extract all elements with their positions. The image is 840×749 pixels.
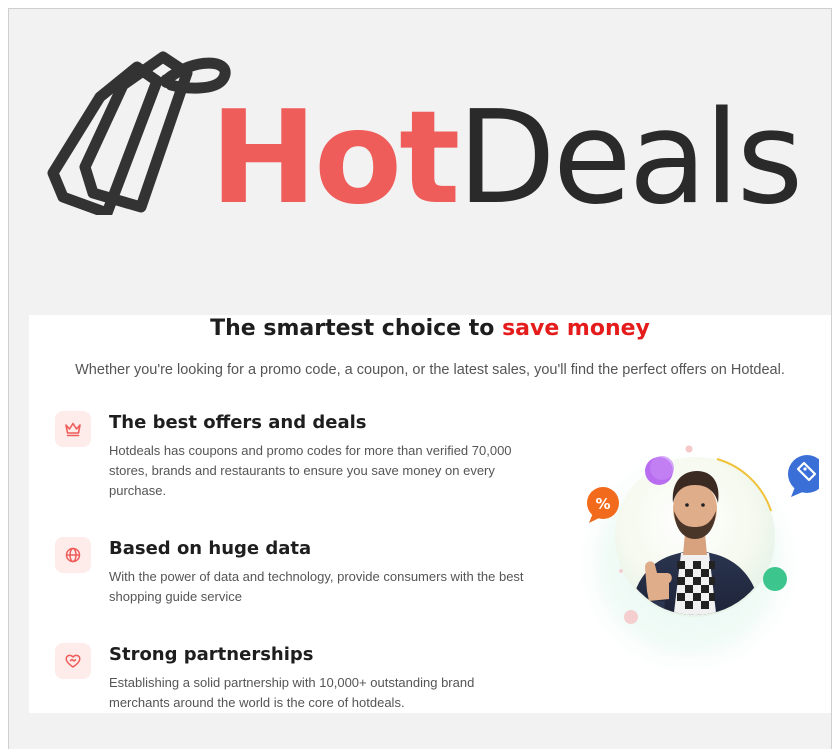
feature-best-offers: The best offers and deals Hotdeals has c… xyxy=(55,411,535,511)
feature-description: Establishing a solid partnership with 10… xyxy=(109,675,475,710)
heart-handshake-icon xyxy=(55,643,91,679)
feature-huge-data: Based on huge data With the power of dat… xyxy=(55,537,535,617)
feature-partnerships: Strong partnerships Establishing a solid… xyxy=(55,643,535,723)
page-headline: The smartest choice to save money xyxy=(29,315,831,343)
hotdeals-logo[interactable]: HotDeals xyxy=(45,37,805,229)
feature-title: Based on huge data xyxy=(109,538,312,559)
headline-accent: save money xyxy=(502,316,650,341)
feature-title: Strong partnerships xyxy=(109,644,314,665)
feature-title: The best offers and deals xyxy=(109,412,367,433)
page-frame: HotDeals The smartest choice to save mon… xyxy=(8,8,832,749)
logo-hot: Hot xyxy=(210,84,460,233)
globe-icon xyxy=(55,537,91,573)
feature-description: Hotdeals has coupons and promo codes for… xyxy=(109,443,512,498)
logo-wordmark: HotDeals xyxy=(210,89,803,229)
headline-prefix: The smartest choice to xyxy=(210,316,503,341)
features-card: The smartest choice to save money Whethe… xyxy=(29,315,831,713)
hero-illustration: % xyxy=(569,443,819,681)
logo-deals: Deals xyxy=(457,84,803,233)
feature-description: With the power of data and technology, p… xyxy=(109,569,524,604)
page-subline: Whether you're looking for a promo code,… xyxy=(75,362,785,378)
crown-icon xyxy=(55,411,91,447)
tag-badge-icon xyxy=(788,455,819,497)
svg-text:%: % xyxy=(595,495,610,513)
